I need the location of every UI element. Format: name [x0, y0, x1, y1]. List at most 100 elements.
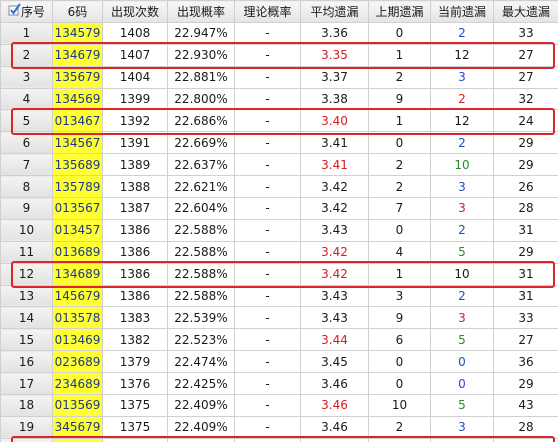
avg-miss-cell[interactable]: 3.40 [300, 109, 369, 133]
code-cell[interactable]: 023689 [52, 350, 103, 374]
max-miss-cell[interactable]: 27 [493, 43, 558, 67]
theory-cell[interactable]: - [234, 153, 301, 177]
theory-cell[interactable]: - [234, 372, 301, 396]
table-row[interactable]: 20013468137322.376%-3.4601229 [0, 437, 558, 442]
count-cell[interactable]: 1386 [102, 262, 168, 286]
code-cell[interactable]: 013457 [52, 218, 103, 242]
prev-miss-cell[interactable]: 6 [368, 328, 431, 352]
row-index-cell[interactable]: 14 [0, 306, 53, 330]
prev-miss-cell[interactable]: 0 [368, 218, 431, 242]
table-row[interactable]: 4 134569 1399 22.800% -3.38 9 2 32 [0, 87, 558, 111]
current-miss-cell[interactable]: 3 [430, 65, 494, 89]
current-miss-cell[interactable]: 3 [430, 175, 494, 199]
current-miss-cell[interactable]: 12 [430, 43, 494, 67]
table-row[interactable]: 10 013457 1386 22.588% -3.43 0 2 31 [0, 218, 558, 242]
current-miss-cell[interactable]: 2 [430, 131, 494, 155]
current-miss-cell[interactable]: 3 [430, 415, 494, 439]
avg-miss-cell[interactable]: 3.46 [300, 372, 369, 396]
theory-cell[interactable]: - [234, 415, 301, 439]
current-miss-cell[interactable]: 5 [430, 328, 494, 352]
theory-cell[interactable]: - [234, 87, 301, 111]
column-header-probability[interactable]: 出现概率 [167, 0, 235, 23]
current-miss-cell[interactable]: 2 [430, 284, 494, 308]
count-cell[interactable]: 1386 [102, 240, 168, 264]
table-row[interactable]: 1 134579 1408 22.947% -3.36 0 2 33 [0, 21, 558, 45]
prev-miss-cell[interactable]: 9 [368, 87, 431, 111]
avg-miss-cell[interactable]: 3.41 [300, 131, 369, 155]
max-miss-cell[interactable]: 27 [493, 328, 558, 352]
row-index-cell[interactable]: 20 [0, 437, 53, 442]
prev-miss-cell[interactable]: 1 [368, 43, 431, 67]
avg-miss-cell[interactable]: 3.43 [300, 306, 369, 330]
row-index-cell[interactable]: 13 [0, 284, 53, 308]
count-cell[interactable]: 1383 [102, 306, 168, 330]
count-cell[interactable]: 1407 [102, 43, 168, 67]
current-miss-cell[interactable]: 2 [430, 21, 494, 45]
prev-miss-cell[interactable]: 1 [368, 262, 431, 286]
prev-miss-cell[interactable]: 0 [368, 372, 431, 396]
prev-miss-cell[interactable]: 1 [368, 109, 431, 133]
max-miss-cell[interactable]: 33 [493, 21, 558, 45]
current-miss-cell[interactable]: 10 [430, 153, 494, 177]
probability-cell[interactable]: 22.474% [167, 350, 235, 374]
prev-miss-cell[interactable]: 2 [368, 415, 431, 439]
row-index-cell[interactable]: 2 [0, 43, 53, 67]
code-cell[interactable]: 135789 [52, 175, 103, 199]
row-index-cell[interactable]: 7 [0, 153, 53, 177]
prev-miss-cell[interactable]: 0 [368, 131, 431, 155]
column-header-theory[interactable]: 理论概率 [234, 0, 301, 23]
table-row[interactable]: 7 135689 1389 22.637% -3.41 2 10 29 [0, 153, 558, 177]
count-cell[interactable]: 1399 [102, 87, 168, 111]
row-index-cell[interactable]: 17 [0, 372, 53, 396]
current-miss-cell[interactable]: 5 [430, 394, 494, 417]
avg-miss-cell[interactable]: 3.42 [300, 262, 369, 286]
row-index-cell[interactable]: 5 [0, 109, 53, 133]
code-cell[interactable]: 134689 [52, 262, 103, 286]
code-cell[interactable]: 134579 [52, 21, 103, 45]
table-row[interactable]: 18 013569 1375 22.409% -3.46 10 5 43 [0, 394, 558, 417]
probability-cell[interactable]: 22.930% [167, 43, 235, 67]
current-miss-cell[interactable]: 0 [430, 372, 494, 396]
column-header-max-miss[interactable]: 最大遗漏 [493, 0, 558, 23]
column-header-avg-miss[interactable]: 平均遗漏 [300, 0, 369, 23]
current-miss-cell[interactable]: 2 [430, 218, 494, 242]
max-miss-cell[interactable]: 29 [493, 153, 558, 177]
table-row[interactable]: 5 013467 1392 22.686% -3.40 1 12 24 [0, 109, 558, 133]
prev-miss-cell[interactable]: 9 [368, 306, 431, 330]
row-index-cell[interactable]: 16 [0, 350, 53, 374]
max-miss-cell[interactable]: 28 [493, 415, 558, 439]
max-miss-cell[interactable]: 36 [493, 350, 558, 374]
max-miss-cell[interactable]: 31 [493, 284, 558, 308]
avg-miss-cell[interactable]: 3.46 [300, 437, 369, 442]
count-cell[interactable]: 1379 [102, 350, 168, 374]
column-header-prev-miss[interactable]: 上期遗漏 [368, 0, 431, 23]
table-row[interactable]: 19 345679 1375 22.409% -3.46 2 3 28 [0, 415, 558, 439]
code-cell[interactable]: 013468 [52, 437, 103, 442]
current-miss-cell[interactable]: 3 [430, 197, 494, 220]
code-cell[interactable]: 013578 [52, 306, 103, 330]
count-cell[interactable]: 1408 [102, 21, 168, 45]
theory-cell[interactable]: - [234, 350, 301, 374]
probability-cell[interactable]: 22.621% [167, 175, 235, 199]
current-miss-cell[interactable]: 12 [430, 437, 494, 442]
row-index-cell[interactable]: 9 [0, 197, 53, 220]
max-miss-cell[interactable]: 31 [493, 218, 558, 242]
max-miss-cell[interactable]: 29 [493, 372, 558, 396]
max-miss-cell[interactable]: 31 [493, 262, 558, 286]
max-miss-cell[interactable]: 24 [493, 109, 558, 133]
row-index-cell[interactable]: 19 [0, 415, 53, 439]
avg-miss-cell[interactable]: 3.38 [300, 87, 369, 111]
theory-cell[interactable]: - [234, 109, 301, 133]
count-cell[interactable]: 1389 [102, 153, 168, 177]
code-cell[interactable]: 345679 [52, 415, 103, 439]
max-miss-cell[interactable]: 29 [493, 437, 558, 442]
table-row[interactable]: 6 134567 1391 22.669% -3.41 0 2 29 [0, 131, 558, 155]
prev-miss-cell[interactable]: 0 [368, 350, 431, 374]
row-index-cell[interactable]: 11 [0, 240, 53, 264]
current-miss-cell[interactable]: 10 [430, 262, 494, 286]
count-cell[interactable]: 1388 [102, 175, 168, 199]
avg-miss-cell[interactable]: 3.43 [300, 284, 369, 308]
probability-cell[interactable]: 22.588% [167, 262, 235, 286]
max-miss-cell[interactable]: 27 [493, 65, 558, 89]
row-index-cell[interactable]: 12 [0, 262, 53, 286]
